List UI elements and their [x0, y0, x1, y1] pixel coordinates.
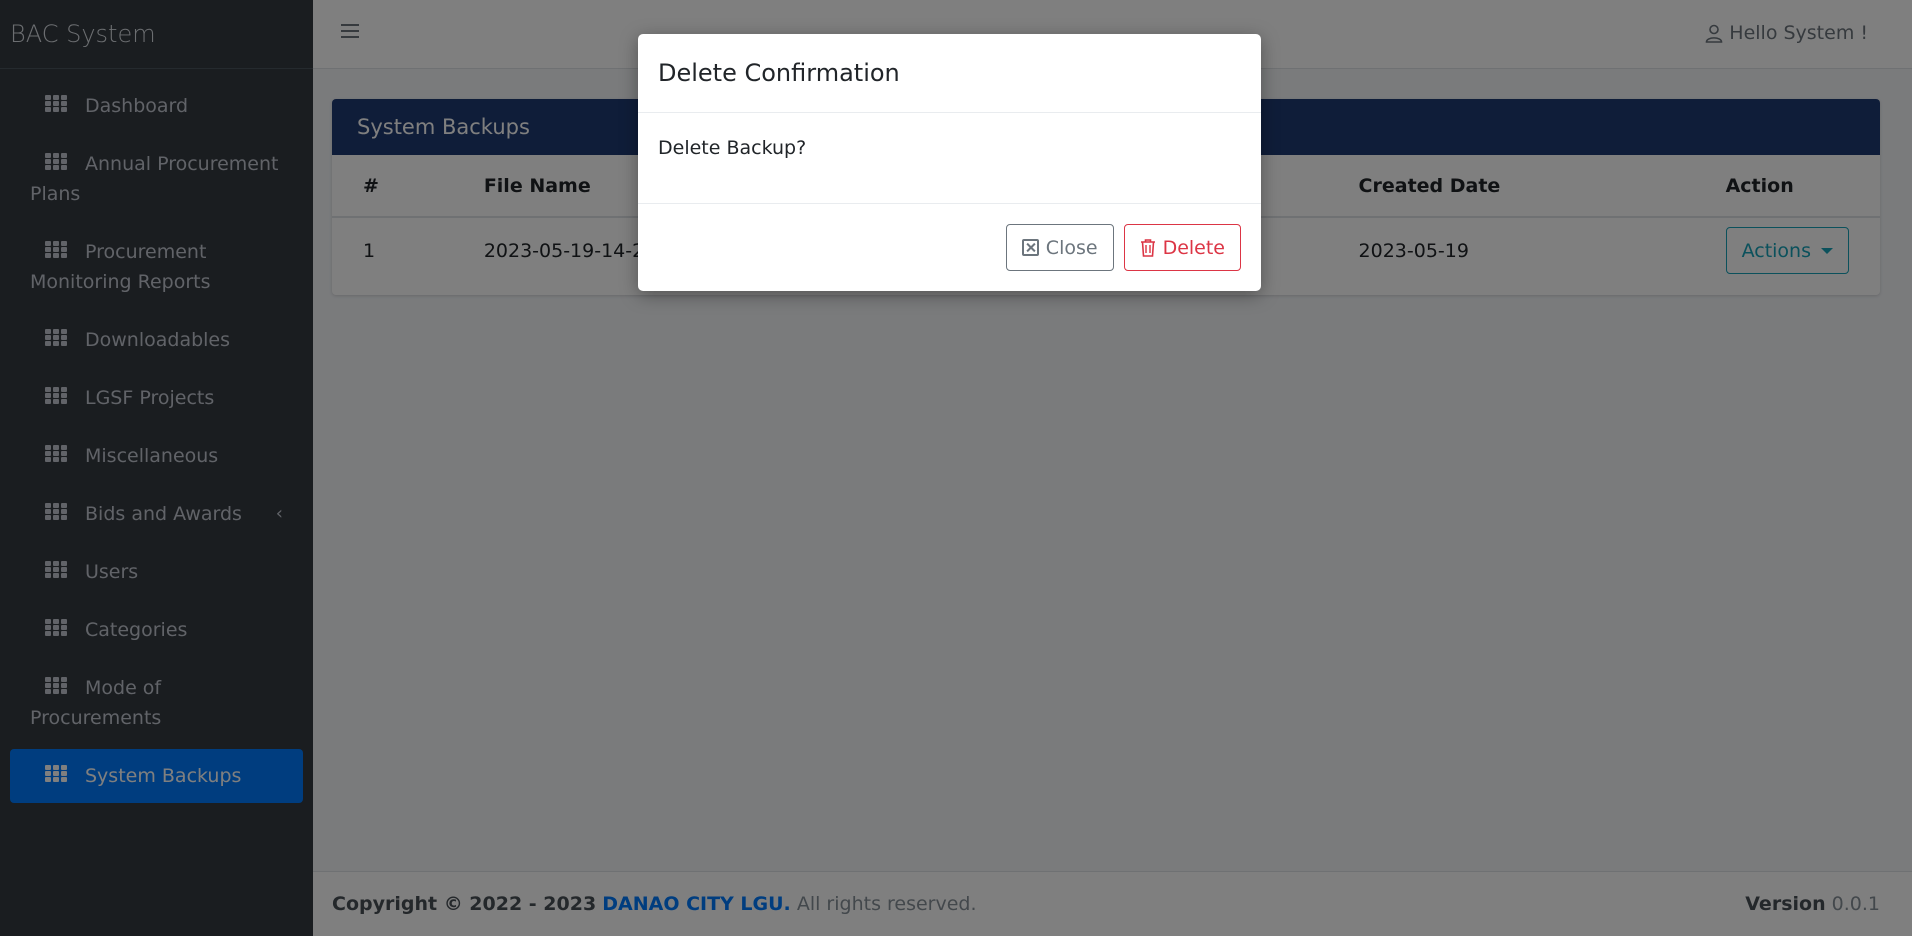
- close-label: Close: [1045, 236, 1098, 259]
- close-button[interactable]: Close: [1005, 224, 1114, 271]
- trash-icon: [1140, 239, 1155, 257]
- delete-label: Delete: [1162, 236, 1225, 259]
- modal-footer: Close Delete: [638, 204, 1261, 291]
- modal-message: Delete Backup?: [638, 113, 1261, 204]
- modal-title: Delete Confirmation: [638, 34, 1261, 113]
- delete-confirmation-modal: Delete Confirmation Delete Backup? Close…: [638, 34, 1261, 291]
- delete-button[interactable]: Delete: [1123, 224, 1241, 271]
- close-icon: [1021, 239, 1039, 256]
